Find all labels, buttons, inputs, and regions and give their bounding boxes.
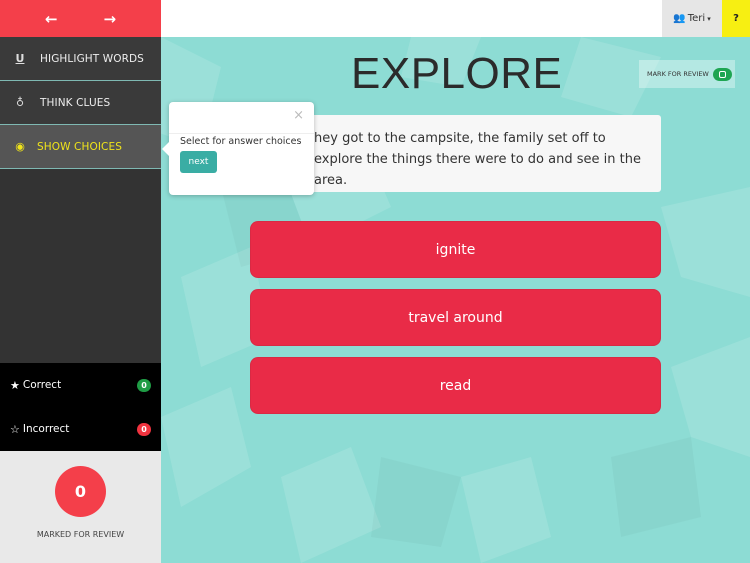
tool-label: SHOW CHOICES	[37, 140, 122, 153]
tutorial-popover: × Select for answer choices next	[162, 102, 314, 195]
eye-icon: ◉	[15, 140, 25, 153]
answer-choice[interactable]: travel around	[250, 289, 661, 346]
lightbulb-icon: ♁	[15, 96, 25, 109]
correct-row: ★ Correct 0	[0, 363, 161, 407]
star-outline-icon: ☆	[10, 422, 20, 436]
tool-label: HIGHLIGHT WORDS	[40, 52, 144, 65]
caret-down-icon: ▾	[707, 14, 711, 23]
vocabulary-word: EXPLORE	[351, 49, 563, 98]
star-filled-icon: ★	[10, 378, 20, 392]
next-button[interactable]: next	[180, 151, 217, 173]
review-label: MARKED FOR REVIEW	[36, 530, 125, 539]
tool-think-clues[interactable]: ♁ THINK CLUES	[0, 81, 161, 125]
next-question-arrow-icon[interactable]: →	[98, 10, 122, 28]
question-nav: ← →	[0, 0, 161, 37]
incorrect-label: Incorrect	[22, 423, 70, 435]
top-bar: 👥 Teri ▾ ?	[161, 0, 750, 37]
tool-label: THINK CLUES	[40, 96, 111, 109]
sentence-text: hey got to the campsite, the family set …	[314, 131, 641, 188]
help-button[interactable]: ?	[722, 0, 750, 37]
checkbox-icon	[712, 67, 732, 81]
sidebar: ← → U HIGHLIGHT WORDS ♁ THINK CLUES ◉ SH…	[0, 0, 161, 563]
underline-icon: U	[15, 52, 25, 65]
close-icon[interactable]: ×	[293, 108, 304, 123]
correct-label: Correct	[22, 379, 62, 391]
incorrect-row: ☆ Incorrect 0	[0, 407, 161, 451]
review-count-button[interactable]: 0	[55, 466, 106, 517]
tool-show-choices[interactable]: ◉ SHOW CHOICES	[0, 125, 161, 169]
correct-count-badge: 0	[137, 378, 151, 392]
user-menu-button[interactable]: 👥 Teri ▾	[662, 0, 722, 37]
answer-choice[interactable]: read	[250, 357, 661, 414]
mark-for-review-toggle[interactable]: MARK FOR REVIEW	[639, 60, 735, 88]
mark-for-review-label: MARK FOR REVIEW	[647, 70, 709, 78]
score-panel: ★ Correct 0 ☆ Incorrect 0	[0, 363, 161, 451]
popover-pointer	[162, 142, 169, 156]
users-icon: 👥	[673, 13, 686, 24]
incorrect-count-badge: 0	[137, 422, 151, 436]
user-name: Teri	[687, 13, 706, 24]
review-panel: 0 MARKED FOR REVIEW	[0, 451, 161, 563]
popover-text: Select for answer choices	[180, 136, 302, 147]
popover-divider	[169, 133, 314, 134]
tool-highlight-words[interactable]: U HIGHLIGHT WORDS	[0, 37, 161, 81]
prev-question-arrow-icon[interactable]: ←	[39, 10, 63, 28]
answer-choice[interactable]: ignite	[250, 221, 661, 278]
